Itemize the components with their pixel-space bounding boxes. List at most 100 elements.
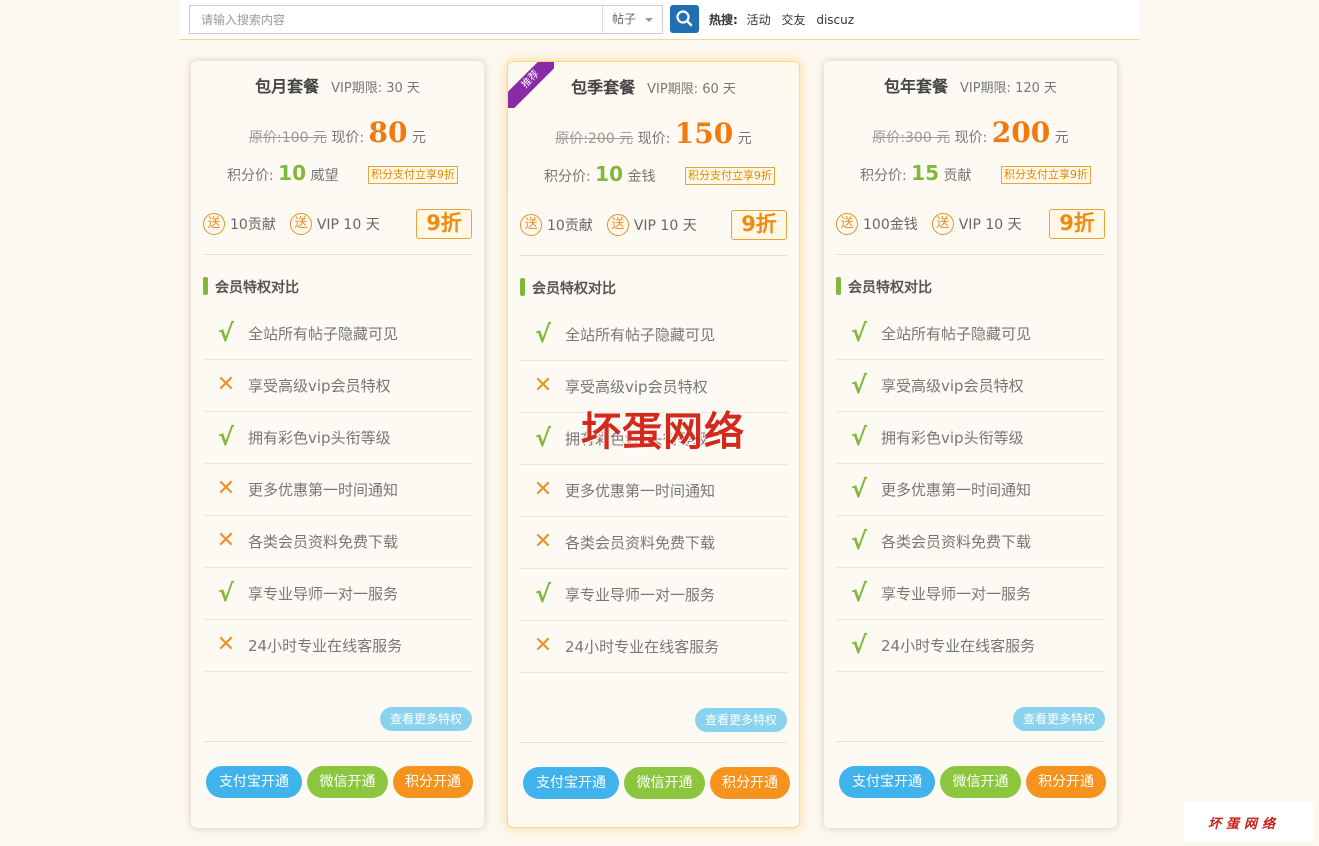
cross-icon: ✕ bbox=[533, 529, 553, 554]
gift-icon: 送 bbox=[289, 213, 312, 235]
discount-badge: 9折 bbox=[1049, 209, 1105, 239]
check-icon: √ bbox=[850, 631, 867, 659]
hot-search-link[interactable]: 活动 bbox=[747, 13, 771, 27]
credit-price-unit: 贡献 bbox=[943, 168, 972, 184]
plan-card: 包年套餐 VIP期限: 120 天原价:300 元 现价: 200 元积分价: 1… bbox=[824, 61, 1117, 828]
divider bbox=[520, 255, 787, 256]
wechat-pay-button[interactable]: 微信开通 bbox=[307, 766, 388, 798]
more-privileges-button[interactable]: 查看更多特权 bbox=[379, 707, 472, 731]
original-price: 原价:200 元 bbox=[555, 131, 633, 147]
feature-text: 24小时专业在线客服务 bbox=[881, 637, 1036, 655]
gift-icon: 送 bbox=[836, 213, 858, 235]
feature-text: 享受高级vip会员特权 bbox=[881, 377, 1024, 395]
feature-row: √ 全站所有帖子隐藏可见 bbox=[836, 308, 1105, 360]
feature-text: 享受高级vip会员特权 bbox=[565, 378, 708, 396]
search-button[interactable] bbox=[670, 5, 699, 33]
plan-header: 包年套餐 VIP期限: 120 天 bbox=[824, 73, 1117, 97]
feature-text: 24小时专业在线客服务 bbox=[565, 638, 720, 656]
credit-discount-tag: 积分支付立享9折 bbox=[368, 166, 458, 184]
feature-text: 享专业导师一对一服务 bbox=[248, 585, 399, 603]
site-logo: 坏蛋网络 bbox=[1184, 801, 1313, 841]
gift-icon: 送 bbox=[606, 214, 629, 236]
credit-price-value: 10 bbox=[278, 161, 307, 185]
credit-pay-button[interactable]: 积分开通 bbox=[1026, 766, 1106, 798]
more-privileges-button[interactable]: 查看更多特权 bbox=[694, 708, 787, 732]
credit-price-value: 15 bbox=[911, 161, 940, 185]
wechat-pay-button[interactable]: 微信开通 bbox=[940, 766, 1021, 798]
compare-title: 会员特权对比 bbox=[203, 277, 299, 297]
credit-price-label: 积分价: bbox=[860, 168, 907, 184]
search-input[interactable] bbox=[190, 6, 602, 33]
gift-item: VIP 10 天 bbox=[633, 218, 697, 234]
cross-icon: ✕ bbox=[533, 373, 553, 398]
feature-row: ✕ 各类会员资料免费下载 bbox=[203, 516, 472, 568]
feature-row: ✕ 更多优惠第一时间通知 bbox=[203, 464, 472, 516]
current-price-value: 150 bbox=[674, 117, 734, 150]
feature-row: √ 享受高级vip会员特权 bbox=[836, 360, 1105, 412]
feature-row: ✕ 享受高级vip会员特权 bbox=[203, 360, 472, 412]
currency-unit: 元 bbox=[411, 130, 426, 146]
check-icon: √ bbox=[217, 579, 234, 607]
credit-discount-tag: 积分支付立享9折 bbox=[685, 167, 775, 185]
currency-unit: 元 bbox=[1054, 130, 1069, 146]
feature-row: √ 拥有彩色vip头衔等级 bbox=[836, 412, 1105, 464]
search-icon bbox=[676, 10, 693, 27]
check-icon: √ bbox=[217, 423, 234, 451]
more-privileges-button[interactable]: 查看更多特权 bbox=[1012, 707, 1105, 731]
original-price-value: 200 元 bbox=[588, 131, 634, 147]
credit-price-unit: 金钱 bbox=[627, 169, 656, 185]
plan-header: 包月套餐 VIP期限: 30 天 bbox=[191, 73, 484, 97]
feature-row: √ 享专业导师一对一服务 bbox=[520, 569, 789, 621]
search-type-select[interactable]: 帖子 bbox=[602, 6, 662, 33]
cross-icon: ✕ bbox=[216, 528, 236, 553]
feature-text: 更多优惠第一时间通知 bbox=[881, 481, 1032, 499]
check-icon: √ bbox=[217, 319, 234, 347]
divider bbox=[836, 741, 1105, 742]
feature-row: √ 全站所有帖子隐藏可见 bbox=[520, 309, 789, 361]
gift-item: 100金钱 bbox=[863, 217, 918, 233]
gift-row: 送 10贡献送 VIP 10 天 bbox=[520, 214, 711, 236]
current-price-value: 200 bbox=[991, 116, 1051, 149]
plan-period: VIP期限: 60 天 bbox=[647, 82, 736, 97]
current-price-value: 80 bbox=[368, 116, 408, 149]
hot-search: 热搜: 活动 交友 discuz bbox=[709, 11, 861, 28]
original-price-label: 原价: bbox=[249, 130, 282, 146]
search-type-label: 帖子 bbox=[612, 12, 637, 26]
hot-search-link[interactable]: discuz bbox=[816, 13, 854, 27]
plan-card: 包月套餐 VIP期限: 30 天原价:100 元 现价: 80 元积分价: 10 … bbox=[191, 61, 484, 828]
top-search-bar: 帖子 热搜: 活动 交友 discuz bbox=[179, 0, 1139, 40]
check-icon: √ bbox=[850, 579, 867, 607]
current-price-label: 现价: bbox=[331, 130, 365, 146]
hot-search-link[interactable]: 交友 bbox=[781, 13, 805, 27]
original-price-label: 原价: bbox=[555, 131, 588, 147]
gift-item: 10贡献 bbox=[547, 218, 593, 234]
feature-text: 全站所有帖子隐藏可见 bbox=[565, 326, 716, 344]
compare-title: 会员特权对比 bbox=[836, 277, 932, 297]
feature-text: 更多优惠第一时间通知 bbox=[248, 481, 399, 499]
alipay-button[interactable]: 支付宝开通 bbox=[206, 766, 302, 798]
credit-pay-button[interactable]: 积分开通 bbox=[393, 766, 473, 798]
gift-row: 送 10贡献送 VIP 10 天 bbox=[203, 213, 394, 235]
alipay-button[interactable]: 支付宝开通 bbox=[839, 766, 935, 798]
feature-text: 各类会员资料免费下载 bbox=[881, 533, 1032, 551]
plan-period: VIP期限: 120 天 bbox=[959, 81, 1058, 96]
credit-pay-button[interactable]: 积分开通 bbox=[710, 767, 790, 799]
check-icon: √ bbox=[850, 475, 867, 503]
feature-row: √ 拥有彩色vip头衔等级 bbox=[203, 412, 472, 464]
gift-item: 10贡献 bbox=[230, 217, 276, 233]
credit-discount-tag: 积分支付立享9折 bbox=[1001, 166, 1091, 184]
plan-name: 包季套餐 bbox=[571, 78, 636, 97]
cross-icon: ✕ bbox=[533, 633, 553, 658]
feature-row: √ 享专业导师一对一服务 bbox=[203, 568, 472, 620]
wechat-pay-button[interactable]: 微信开通 bbox=[624, 767, 705, 799]
feature-row: √ 全站所有帖子隐藏可见 bbox=[203, 308, 472, 360]
feature-text: 更多优惠第一时间通知 bbox=[565, 482, 716, 500]
hot-search-label: 热搜: bbox=[709, 13, 738, 27]
feature-row: √ 24小时专业在线客服务 bbox=[836, 620, 1105, 672]
alipay-button[interactable]: 支付宝开通 bbox=[523, 767, 619, 799]
feature-text: 享专业导师一对一服务 bbox=[565, 586, 716, 604]
divider bbox=[836, 254, 1105, 255]
credit-price-unit: 威望 bbox=[310, 168, 339, 184]
gift-item: VIP 10 天 bbox=[958, 217, 1022, 233]
watermark-text: 坏蛋网络 bbox=[581, 408, 745, 455]
